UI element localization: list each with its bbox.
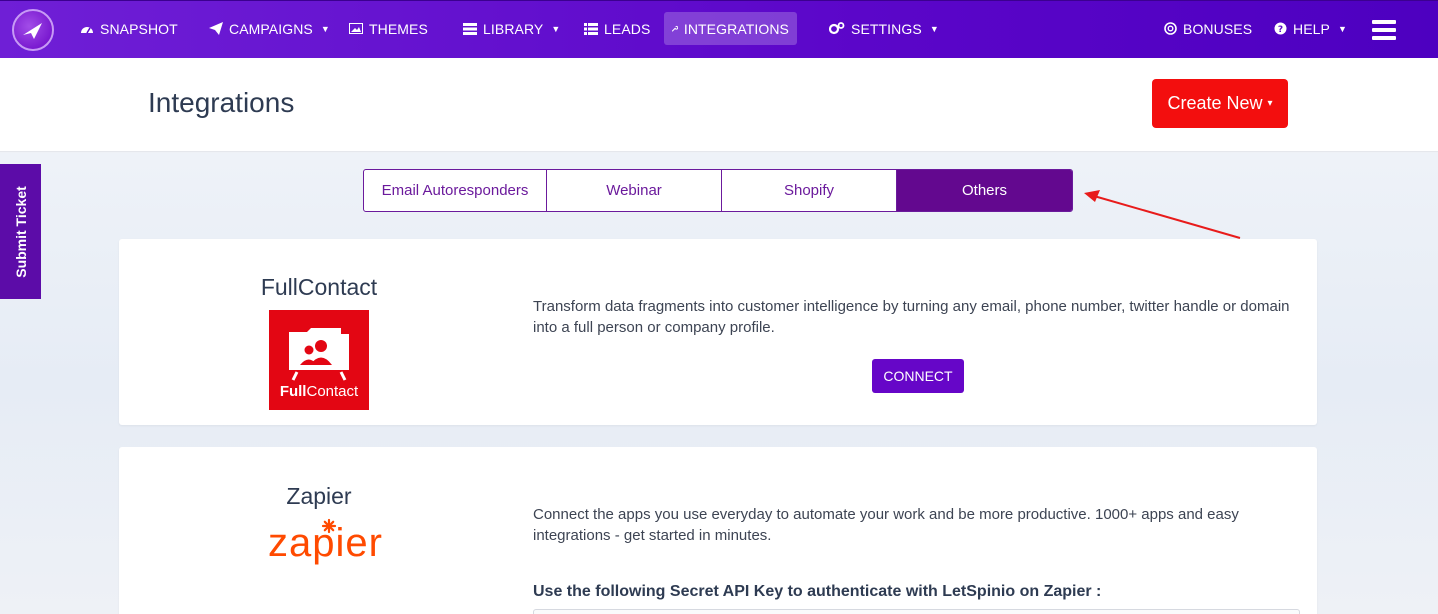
nav-snapshot-label: SNAPSHOT [100,20,178,37]
tab-webinar[interactable]: Webinar [547,170,722,211]
server-icon [463,22,477,35]
image-icon [349,23,363,34]
page-title: Integrations [148,87,295,118]
nav-campaigns[interactable]: CAMPAIGNS ▼ [201,12,338,45]
cogs-icon [829,22,845,35]
integration-description: Transform data fragments into customer i… [533,298,1290,336]
hamburger-icon[interactable] [1372,20,1396,40]
nav-themes-label: THEMES [369,20,428,37]
create-new-label: Create New [1167,93,1263,113]
question-circle-icon: ? [1274,22,1287,35]
chevron-down-icon: ▼ [1337,23,1347,34]
submit-ticket-tab[interactable]: Submit Ticket [0,164,41,299]
chevron-down-icon: ▼ [551,23,561,34]
chevron-down-icon: ▼ [929,23,939,34]
paper-plane-logo-icon [23,23,42,39]
integration-title: FullContact [260,274,378,300]
nav-settings-label: SETTINGS [851,20,922,37]
tab-others[interactable]: Others [897,170,1072,211]
nav-library[interactable]: LIBRARY ▼ [455,12,568,45]
integration-card-zapier: Zapier zapier Connect the apps you use e… [119,447,1317,614]
fullcontact-logo: FullContact [269,310,369,410]
chevron-down-icon: ▼ [320,23,330,34]
app-logo[interactable] [12,9,54,51]
nav-leads[interactable]: LEADS [576,12,658,45]
top-navbar: SNAPSHOT CAMPAIGNS ▼ THEMES LIBRARY ▼ LE… [0,0,1438,58]
api-key-field[interactable] [533,609,1300,614]
zapier-logo-text: zapier [268,521,383,565]
caret-down-icon: ▾ [1267,98,1273,109]
nav-bonuses[interactable]: BONUSES [1156,12,1260,45]
dashboard-icon [81,26,93,33]
life-ring-icon [1164,22,1177,35]
nav-bonuses-label: BONUSES [1183,20,1253,37]
nav-integrations-label: INTEGRATIONS [683,20,789,37]
integration-title: Zapier [286,483,352,509]
api-key-label: Use the following Secret API Key to auth… [533,583,1102,600]
zapier-logo: zapier [268,517,383,565]
annotation-arrow-icon [1084,190,1241,239]
nav-campaigns-label: CAMPAIGNS [229,20,313,37]
nav-help[interactable]: ? HELP ▼ [1266,12,1355,45]
create-new-button[interactable]: Create New ▾ [1152,79,1288,128]
connect-button[interactable]: CONNECT [872,359,964,393]
integration-card-fullcontact: FullContact FullContact Transform data f… [119,239,1317,425]
nav-themes[interactable]: THEMES [341,12,436,45]
paper-plane-icon [209,22,223,35]
submit-ticket-label: Submit Ticket [12,185,29,278]
nav-leads-label: LEADS [604,20,651,37]
nav-integrations[interactable]: INTEGRATIONS [664,12,797,45]
page-header: Integrations Create New ▾ [0,58,1438,152]
nav-settings[interactable]: SETTINGS ▼ [821,12,947,45]
fullcontact-logo-text: FullContact [279,383,359,400]
nav-help-label: HELP [1293,20,1330,37]
tab-email-autoresponders[interactable]: Email Autoresponders [364,170,547,211]
svg-text:?: ? [1278,25,1283,35]
nav-snapshot[interactable]: SNAPSHOT [72,12,186,45]
wrench-icon [672,25,678,32]
tab-shopify[interactable]: Shopify [722,170,897,211]
integration-description: Connect the apps you use everyday to aut… [533,506,1239,544]
integration-tabs: Email Autoresponders Webinar Shopify Oth… [363,169,1073,212]
nav-library-label: LIBRARY [483,20,544,37]
list-icon [584,22,598,35]
